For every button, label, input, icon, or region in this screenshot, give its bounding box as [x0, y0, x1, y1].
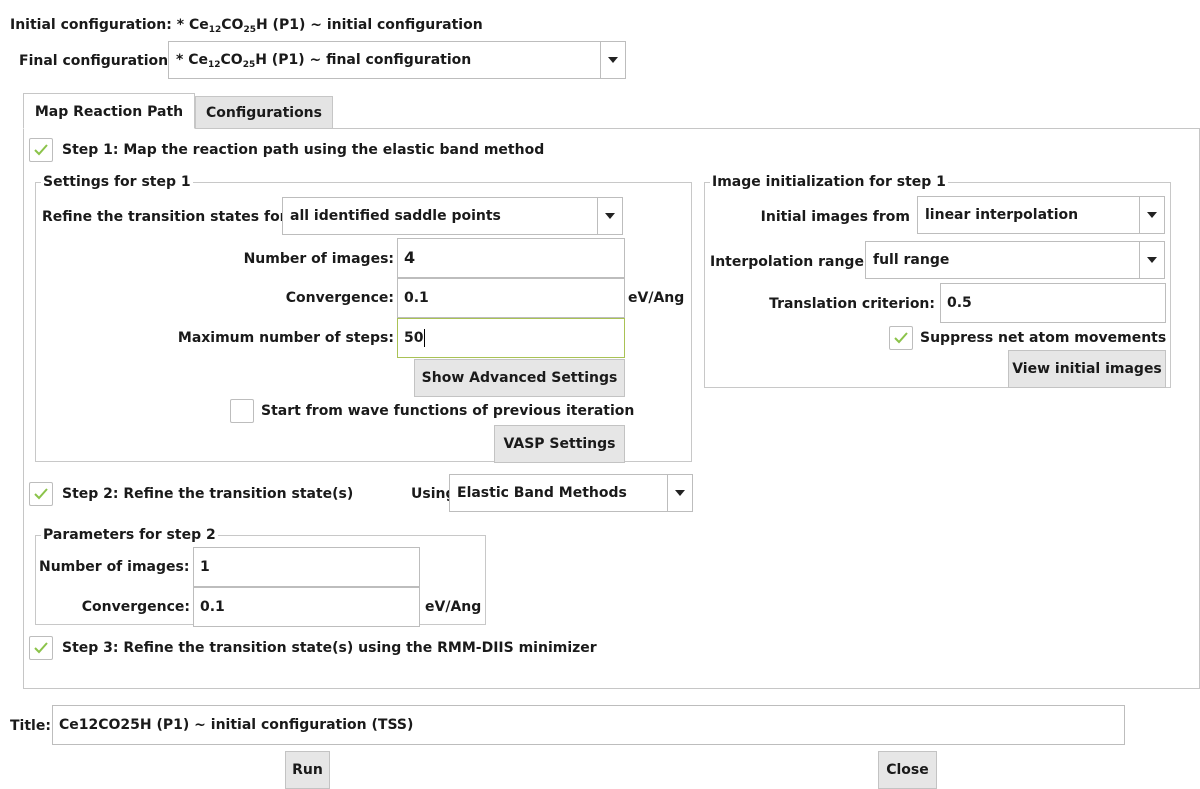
convergence-unit: eV/Ang: [628, 290, 685, 306]
check-icon: [34, 144, 48, 156]
run-button[interactable]: Run: [285, 751, 330, 789]
step2-num-images-field[interactable]: 1: [193, 547, 420, 587]
step2-checkbox[interactable]: [29, 482, 53, 506]
step2-label: Step 2: Refine the transition state(s): [62, 486, 354, 502]
num-images-label: Number of images:: [243, 251, 394, 267]
final-configuration-label: Final configuration:: [19, 53, 174, 69]
initial-images-select[interactable]: linear interpolation: [917, 196, 1165, 234]
convergence-label: Convergence:: [285, 290, 394, 306]
chevron-down-icon[interactable]: [1139, 242, 1164, 278]
chevron-down-icon[interactable]: [597, 198, 622, 234]
refine-value: all identified saddle points: [290, 208, 501, 224]
chevron-down-icon[interactable]: [667, 475, 692, 511]
wave-functions-label: Start from wave functions of previous it…: [261, 403, 635, 419]
max-steps-field[interactable]: 50: [397, 318, 625, 358]
suppress-movements-label: Suppress net atom movements: [920, 330, 1167, 346]
view-initial-images-button[interactable]: View initial images: [1008, 350, 1166, 388]
chevron-down-icon[interactable]: [600, 42, 625, 78]
chevron-down-icon[interactable]: [1139, 197, 1164, 233]
check-icon: [34, 488, 48, 500]
interpolation-range-label: Interpolation range: [710, 254, 864, 270]
step2-convergence-field[interactable]: 0.1: [193, 587, 420, 627]
translation-criterion-field[interactable]: 0.5: [940, 283, 1166, 323]
title-label: Title:: [10, 718, 51, 734]
num-images-field[interactable]: 4: [397, 238, 625, 278]
refine-label: Refine the transition states for: [42, 209, 287, 225]
tab-map-reaction-path[interactable]: Map Reaction Path: [23, 93, 195, 129]
refine-select[interactable]: all identified saddle points: [282, 197, 623, 235]
using-select[interactable]: Elastic Band Methods: [449, 474, 693, 512]
initial-images-label: Initial images from: [760, 209, 910, 225]
initial-configuration-row: Initial configuration: * Ce12CO25H (P1) …: [10, 15, 483, 35]
final-configuration-value: * Ce12CO25H (P1) ~ final configuration: [176, 52, 472, 70]
step1-label: Step 1: Map the reaction path using the …: [62, 142, 545, 158]
step3-checkbox[interactable]: [29, 636, 53, 660]
parameters-step2-title: Parameters for step 2: [41, 525, 218, 545]
step1-checkbox[interactable]: [29, 138, 53, 162]
step2-convergence-label: Convergence:: [81, 599, 190, 615]
final-configuration-select[interactable]: * Ce12CO25H (P1) ~ final configuration: [168, 41, 626, 79]
suppress-movements-checkbox[interactable]: [889, 326, 913, 350]
max-steps-label: Maximum number of steps:: [177, 330, 394, 346]
wave-functions-checkbox[interactable]: [230, 399, 254, 423]
close-button[interactable]: Close: [878, 751, 937, 789]
image-init-title: Image initialization for step 1: [710, 172, 948, 192]
title-field[interactable]: Ce12CO25H (P1) ~ initial configuration (…: [52, 705, 1125, 745]
tab-configurations[interactable]: Configurations: [195, 96, 333, 129]
convergence-field[interactable]: 0.1: [397, 278, 625, 318]
step3-label: Step 3: Refine the transition state(s) u…: [62, 640, 597, 656]
step2-convergence-unit: eV/Ang: [425, 599, 482, 615]
settings-step1-title: Settings for step 1: [41, 172, 193, 192]
check-icon: [34, 642, 48, 654]
using-value: Elastic Band Methods: [457, 485, 627, 501]
show-advanced-settings-button[interactable]: Show Advanced Settings: [414, 359, 625, 397]
interpolation-range-value: full range: [873, 252, 950, 268]
step2-num-images-label: Number of images:: [39, 559, 190, 575]
text-cursor: [424, 329, 426, 347]
check-icon: [894, 332, 908, 344]
initial-images-value: linear interpolation: [925, 207, 1079, 223]
initial-configuration-label: Initial configuration:: [10, 17, 172, 33]
vasp-settings-button[interactable]: VASP Settings: [494, 425, 625, 463]
initial-configuration-value: * Ce12CO25H (P1) ~ initial configuration: [176, 17, 483, 35]
translation-criterion-label: Translation criterion:: [769, 296, 935, 312]
interpolation-range-select[interactable]: full range: [865, 241, 1165, 279]
